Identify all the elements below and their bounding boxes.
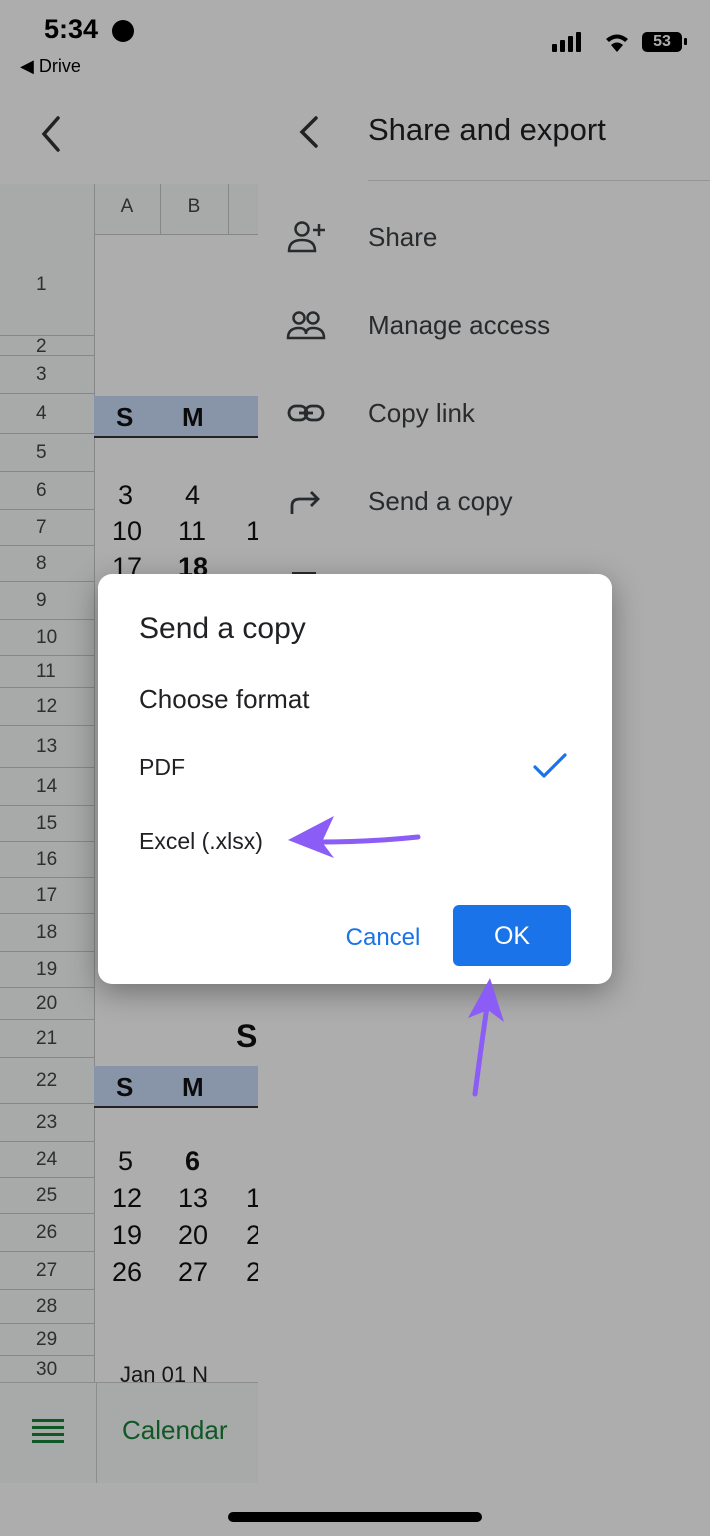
dialog-title: Send a copy [139, 612, 306, 645]
format-option-pdf[interactable]: PDF [98, 740, 612, 794]
dialog-subtitle: Choose format [139, 684, 310, 714]
check-icon [533, 753, 567, 778]
home-indicator[interactable] [228, 1512, 482, 1522]
send-copy-dialog: Send a copy Choose format PDF Excel (.xl… [98, 574, 612, 984]
ok-button[interactable]: OK [453, 905, 571, 966]
format-option-label: Excel (.xlsx) [139, 828, 263, 854]
cancel-button[interactable]: Cancel [328, 914, 438, 962]
format-option-excel[interactable]: Excel (.xlsx) [98, 814, 612, 868]
screen: 5:34 ◀ Drive A B 1 2 3 4 5 6 7 8 9 10 11 12 13 14 15 16… [0, 0, 710, 1536]
format-option-label: PDF [139, 754, 185, 780]
